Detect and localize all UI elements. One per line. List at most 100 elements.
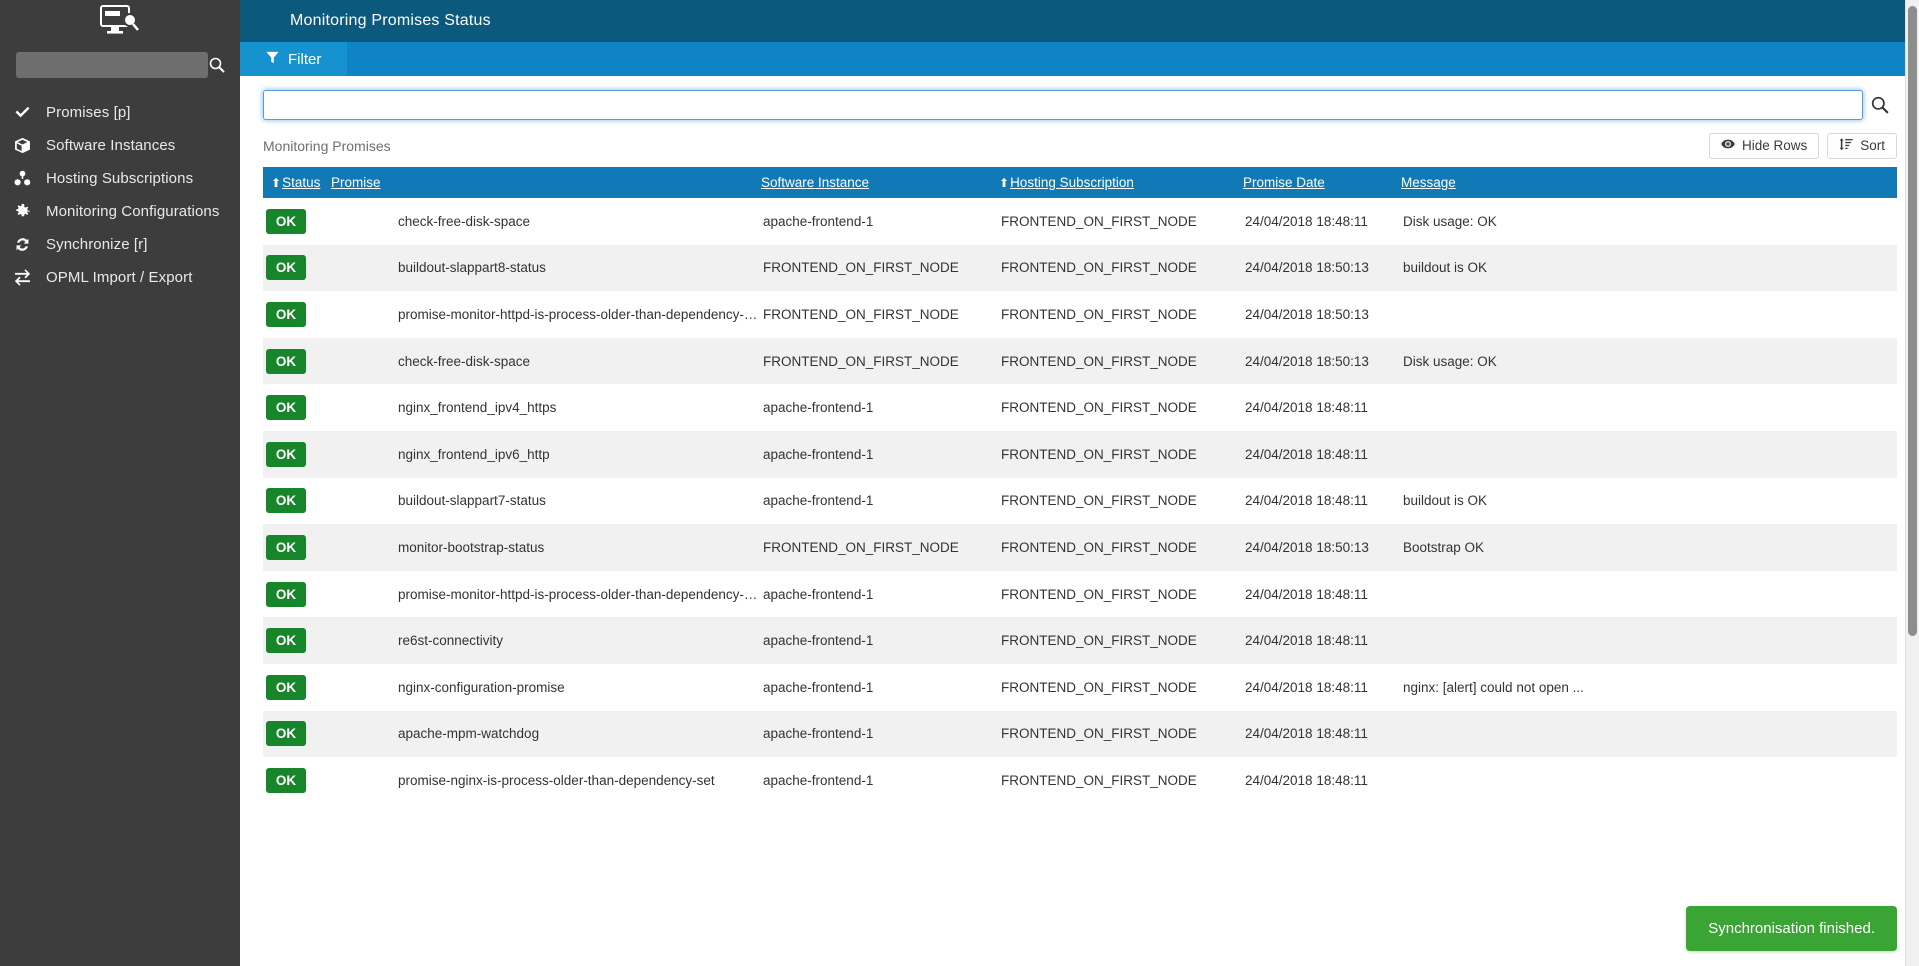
box-icon <box>14 137 46 154</box>
cell-software-instance: FRONTEND_ON_FIRST_NODE <box>763 260 959 276</box>
cell-promise-date: 24/04/2018 18:48:11 <box>1245 400 1368 416</box>
status-badge[interactable]: OK <box>266 301 306 327</box>
table-row[interactable]: OK buildout-slappart8-status FRONTEND_ON_F… <box>263 244 1897 292</box>
cell-hosting-subscription: FRONTEND_ON_FIRST_NODE <box>1001 539 1197 555</box>
table-row[interactable]: OK monitor-bootstrap-status FRONTEND_ON_FI… <box>263 524 1897 571</box>
tab-filter[interactable]: Filter <box>240 42 348 76</box>
column-header-status[interactable]: ⬆ Status <box>263 167 331 198</box>
cell-hosting-subscription: FRONTEND_ON_FIRST_NODE <box>1001 213 1197 229</box>
column-header-message-link[interactable]: Message <box>1401 175 1456 190</box>
sort-asc-arrow-icon: ⬆ <box>271 175 282 190</box>
sidebar-item-label: OPML Import / Export <box>46 269 193 286</box>
cell-promise-date: 24/04/2018 18:50:13 <box>1245 539 1369 555</box>
status-badge[interactable]: OK <box>266 348 306 374</box>
column-header-software-instance-link[interactable]: Software Instance <box>761 175 869 190</box>
cell-promise: buildout-slappart8-status <box>398 260 546 276</box>
column-header-software-instance[interactable]: Software Instance <box>761 167 999 198</box>
check-icon <box>14 104 46 121</box>
sidebar-item-hosting-subscriptions[interactable]: Hosting Subscriptions <box>0 162 240 195</box>
cell-promise: buildout-slappart7-status <box>398 493 546 509</box>
status-badge[interactable]: OK <box>266 721 306 747</box>
search-input[interactable] <box>273 92 1853 118</box>
column-header-status-link[interactable]: Status <box>282 175 320 190</box>
sort-button[interactable]: Sort <box>1827 132 1897 159</box>
sidebar-item-software-instances[interactable]: Software Instances <box>0 129 240 162</box>
table-row[interactable]: OK promise-monitor-httpd-is-process-older… <box>263 570 1897 618</box>
search-submit-icon[interactable] <box>1863 96 1897 114</box>
status-badge[interactable]: OK <box>266 628 306 654</box>
table-row[interactable]: OK check-free-disk-space apache-frontend-1… <box>263 198 1897 245</box>
sidebar-item-monitoring-configurations[interactable]: Monitoring Configurations <box>0 195 240 228</box>
table-header-row: ⬆ Status Promise Software Instance ⬆ Hos… <box>263 167 1897 198</box>
cell-message: Disk usage: OK <box>1403 353 1497 369</box>
column-header-promise[interactable]: Promise <box>331 167 761 198</box>
filter-search-box[interactable] <box>263 90 1863 120</box>
table-row[interactable]: OK promise-nginx-is-process-older-than-de… <box>263 757 1897 804</box>
cell-hosting-subscription: FRONTEND_ON_FIRST_NODE <box>1001 772 1197 788</box>
cell-hosting-subscription: FRONTEND_ON_FIRST_NODE <box>1001 306 1197 322</box>
sidebar-search-input[interactable] <box>16 52 208 78</box>
vertical-scrollbar[interactable] <box>1905 0 1919 966</box>
cell-software-instance: apache-frontend-1 <box>763 726 874 742</box>
sidebar-item-opml-import-export[interactable]: OPML Import / Export <box>0 261 240 294</box>
table-row[interactable]: OK promise-monitor-httpd-is-process-older… <box>263 291 1897 338</box>
sidebar-item-label: Hosting Subscriptions <box>46 170 194 187</box>
cell-software-instance: FRONTEND_ON_FIRST_NODE <box>763 353 959 369</box>
cell-status: OK <box>263 478 331 525</box>
table-row[interactable]: OK nginx_frontend_ipv6_http apache-fronten… <box>263 430 1897 478</box>
scrollbar-thumb[interactable] <box>1908 6 1917 636</box>
cell-message <box>1401 431 1897 478</box>
sort-asc-arrow-icon: ⬆ <box>999 175 1010 190</box>
column-header-hosting-subscription-link[interactable]: Hosting Subscription <box>1010 175 1134 190</box>
cell-promise-date: 24/04/2018 18:50:13 <box>1245 353 1369 369</box>
status-badge[interactable]: OK <box>266 395 306 421</box>
column-header-promise-date[interactable]: Promise Date <box>1243 167 1401 198</box>
cell-message <box>1401 711 1897 758</box>
search-icon[interactable] <box>208 57 226 73</box>
cell-message <box>1401 291 1897 338</box>
sidebar-item-label: Promises [p] <box>46 104 131 121</box>
sidebar-item-synchronize[interactable]: Synchronize [r] <box>0 228 240 261</box>
status-badge[interactable]: OK <box>266 208 306 234</box>
status-badge[interactable]: OK <box>266 255 306 281</box>
cell-message <box>1401 617 1897 664</box>
status-toast: Synchronisation finished. <box>1686 906 1897 951</box>
hide-rows-label: Hide Rows <box>1741 138 1808 153</box>
cell-promise: promise-nginx-is-process-older-than-depe… <box>398 772 715 788</box>
status-badge[interactable]: OK <box>266 441 306 467</box>
status-badge[interactable]: OK <box>266 488 306 514</box>
table-row[interactable]: OK re6st-connectivity apache-frontend-1 FRO… <box>263 617 1897 664</box>
cell-message: nginx: [alert] could not open ... <box>1403 679 1584 695</box>
refresh-icon <box>14 236 46 253</box>
cell-hosting-subscription: FRONTEND_ON_FIRST_NODE <box>1001 726 1197 742</box>
tab-label: Filter <box>288 50 322 68</box>
cell-promise: promise-monitor-httpd-is-process-older-t… <box>398 586 761 602</box>
column-header-promise-date-link[interactable]: Promise Date <box>1243 175 1325 190</box>
status-badge[interactable]: OK <box>266 767 306 793</box>
table-row[interactable]: OK nginx-configuration-promise apache-fron… <box>263 663 1897 711</box>
column-header-message[interactable]: Message <box>1401 167 1897 198</box>
sort-amount-icon <box>1839 137 1853 154</box>
cell-software-instance: apache-frontend-1 <box>763 679 874 695</box>
cell-promise-date: 24/04/2018 18:50:13 <box>1245 260 1369 276</box>
page-title: Monitoring Promises Status <box>290 12 491 29</box>
table-head: ⬆ Status Promise Software Instance ⬆ Hos… <box>263 167 1897 198</box>
status-badge[interactable]: OK <box>266 674 306 700</box>
eye-icon <box>1721 137 1735 154</box>
sidebar-search[interactable] <box>0 48 240 82</box>
app-logo <box>0 0 240 46</box>
status-badge[interactable]: OK <box>266 534 306 560</box>
table-row[interactable]: OK check-free-disk-space FRONTEND_ON_FIRST… <box>263 337 1897 385</box>
cell-status: OK <box>263 198 331 245</box>
sidebar-item-promises[interactable]: Promises [p] <box>0 96 240 129</box>
table-row[interactable]: OK apache-mpm-watchdog apache-frontend-1 FR… <box>263 710 1897 758</box>
status-badge[interactable]: OK <box>266 581 306 607</box>
table-row[interactable]: OK nginx_frontend_ipv4_https apache-fronte… <box>263 384 1897 431</box>
column-header-hosting-subscription[interactable]: ⬆ Hosting Subscription <box>999 167 1243 198</box>
cell-status: OK <box>263 571 331 618</box>
cell-software-instance: apache-frontend-1 <box>763 586 874 602</box>
cell-message <box>1401 571 1897 618</box>
table-row[interactable]: OK buildout-slappart7-status apache-fronte… <box>263 477 1897 525</box>
hide-rows-button[interactable]: Hide Rows <box>1708 132 1820 159</box>
column-header-promise-link[interactable]: Promise <box>331 175 381 190</box>
